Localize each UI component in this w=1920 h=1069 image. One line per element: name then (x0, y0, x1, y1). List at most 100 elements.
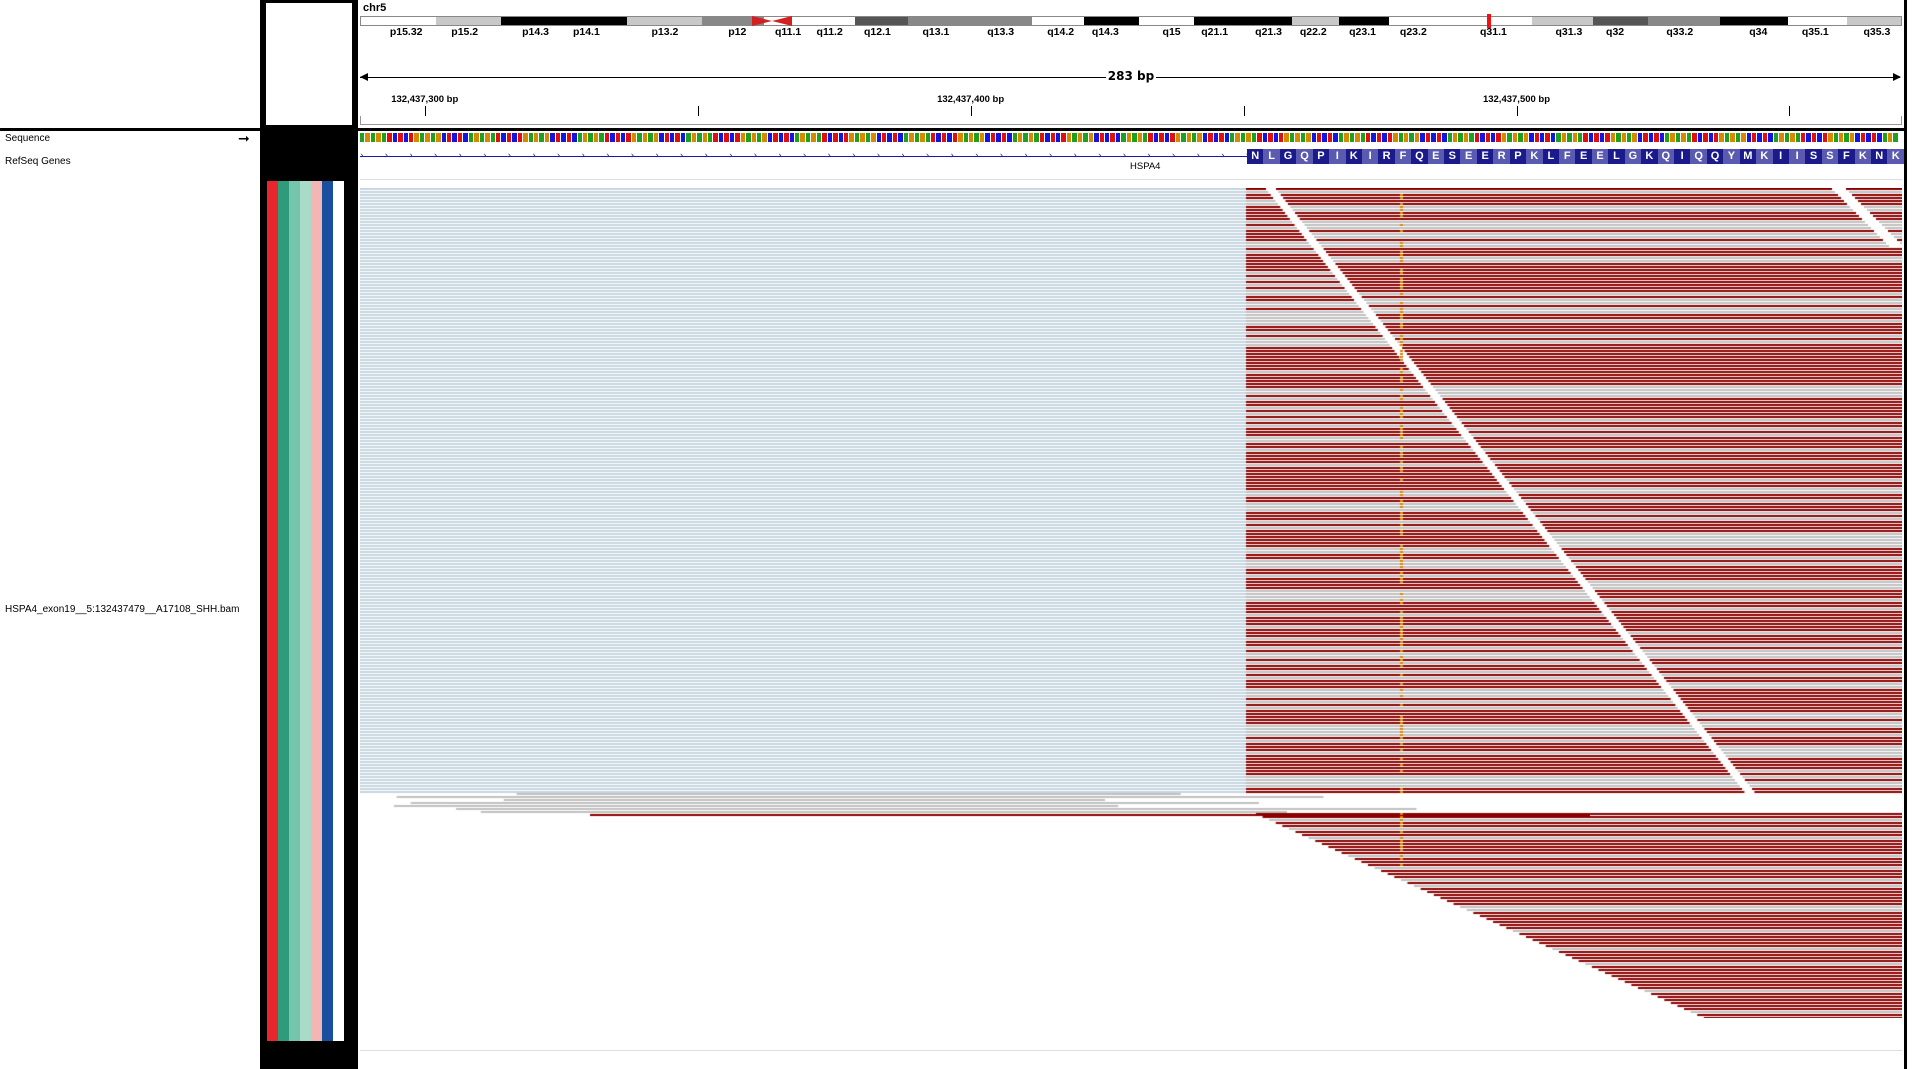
band-label: q32 (1606, 26, 1625, 38)
band-q12.1[interactable] (854, 17, 908, 25)
band-label: q13.3 (987, 26, 1015, 38)
amino-acid: F (1559, 149, 1576, 164)
attribute-cell[interactable] (267, 181, 278, 1041)
amino-acid: F (1838, 149, 1855, 164)
band-label: p12 (728, 26, 747, 38)
amino-acid: N (1247, 149, 1264, 164)
amino-acid: I (1329, 149, 1346, 164)
span-right-arrow-icon (1893, 73, 1901, 81)
amino-acid: G (1279, 149, 1297, 164)
amino-acid: I (1673, 149, 1691, 164)
amino-acid: I (1772, 149, 1789, 164)
chromosome-ideogram[interactable] (360, 16, 1902, 26)
ruler-tick (424, 106, 426, 116)
amino-acid: E (1476, 149, 1494, 164)
ruler-label: 132,437,300 bp (391, 94, 459, 105)
amino-acid: K (1345, 149, 1362, 164)
attribute-cell[interactable] (333, 181, 344, 1041)
gene-label[interactable]: HSPA4 (1130, 161, 1160, 172)
attribute-cell[interactable] (311, 181, 322, 1041)
track-bottom-border (360, 1050, 1902, 1051)
band-label: q11.2 (816, 26, 843, 38)
band-label: q35.3 (1863, 26, 1891, 38)
amino-acid: S (1821, 149, 1839, 164)
amino-acid: P (1509, 149, 1527, 164)
band-q15[interactable] (1139, 17, 1195, 25)
attribute-panel[interactable] (264, 131, 354, 1069)
band-q11.2[interactable] (809, 17, 855, 25)
band-p15.32[interactable] (361, 17, 437, 25)
band-label: p15.32 (389, 26, 423, 38)
centromere-marker (752, 16, 792, 26)
ruler-minor-tick (1243, 106, 1245, 116)
alignment-track[interactable] (360, 188, 1902, 1018)
amino-acid: L (1542, 149, 1560, 164)
amino-acid: F (1394, 149, 1412, 164)
strand-arrow-icon[interactable]: ➞ (238, 132, 250, 146)
band-q21.3[interactable] (1242, 17, 1292, 25)
amino-acid: Q (1411, 149, 1428, 164)
band-p14.3[interactable] (501, 17, 562, 25)
band-q22.2[interactable] (1291, 17, 1339, 25)
exon-amino-acids[interactable]: NLGQPIKIRFQESEERPKLFEELGKQIQQYMKIISSFKNK (1247, 149, 1904, 164)
track-name-refseq[interactable]: RefSeq Genes (5, 156, 71, 167)
sequence-track[interactable] (360, 133, 1902, 142)
attribute-cell[interactable] (300, 181, 311, 1041)
band-q14.3[interactable] (1084, 17, 1140, 25)
band-labels: p15.32 p15.2 p14.3 p14.1 p13.2 p12 q11.1 q11.2 q… (360, 26, 1902, 40)
band-q31.1[interactable] (1454, 17, 1533, 25)
scrollbar-edge[interactable] (1904, 0, 1907, 1069)
band-label: q14.2 (1047, 26, 1075, 38)
track-name-bam[interactable]: HSPA4_exon19__5:132437479__A17108_SHH.ba… (5, 604, 239, 615)
band-label: q34 (1749, 26, 1768, 38)
band-p15.2[interactable] (436, 17, 502, 25)
band-p13.2[interactable] (626, 17, 703, 25)
ruler[interactable] (360, 116, 1902, 125)
amino-acid: E (1575, 149, 1592, 164)
band-label: q23.1 (1349, 26, 1376, 38)
band-q21.1[interactable] (1194, 17, 1243, 25)
amino-acid: Y (1723, 149, 1740, 164)
ruler-minor-tick (1789, 106, 1791, 116)
band-q14.2[interactable] (1031, 17, 1085, 25)
attribute-panel-divider[interactable] (354, 0, 358, 1069)
amino-acid: K (1854, 149, 1872, 164)
band-label: q12.1 (864, 26, 891, 38)
band-q23.1[interactable] (1338, 17, 1389, 25)
track-name-sequence[interactable]: Sequence (5, 133, 50, 144)
amino-acid: K (1756, 149, 1773, 164)
band-q13.3[interactable] (969, 17, 1032, 25)
attribute-cell[interactable] (289, 181, 300, 1041)
band-p14.1[interactable] (561, 17, 627, 25)
amino-acid: L (1608, 149, 1625, 164)
band-label: p15.2 (451, 26, 479, 38)
amino-acid: S (1444, 149, 1461, 164)
band-label: q23.2 (1399, 26, 1427, 38)
band-label: q11.1 (774, 26, 802, 38)
band-label: q31.3 (1555, 26, 1583, 38)
amino-acid: L (1263, 149, 1280, 164)
band-q23.2[interactable] (1388, 17, 1455, 25)
attribute-cell[interactable] (278, 181, 289, 1041)
amino-acid: S (1805, 149, 1822, 164)
ruler-label: 132,437,400 bp (937, 94, 1005, 105)
amino-acid: E (1591, 149, 1609, 164)
band-q31.3[interactable] (1532, 17, 1593, 25)
band-label: q13.1 (922, 26, 950, 38)
band-q35.3[interactable] (1847, 17, 1901, 25)
amino-acid: Q (1690, 149, 1707, 164)
band-q32[interactable] (1593, 17, 1649, 25)
amino-acid: I (1361, 149, 1379, 164)
band-label: q35.1 (1801, 26, 1829, 38)
band-label: p14.3 (522, 26, 549, 38)
band-label: q14.3 (1091, 26, 1119, 38)
chromosome-label[interactable]: chr5 (363, 2, 386, 14)
band-q33.2[interactable] (1648, 17, 1721, 25)
amino-acid: N (1871, 149, 1888, 164)
attribute-cell[interactable] (322, 181, 333, 1041)
band-q34[interactable] (1720, 17, 1788, 25)
band-q13.1[interactable] (907, 17, 970, 25)
amino-acid: R (1378, 149, 1395, 164)
span-label: 283 bp (1106, 69, 1156, 83)
band-q35.1[interactable] (1787, 17, 1848, 25)
